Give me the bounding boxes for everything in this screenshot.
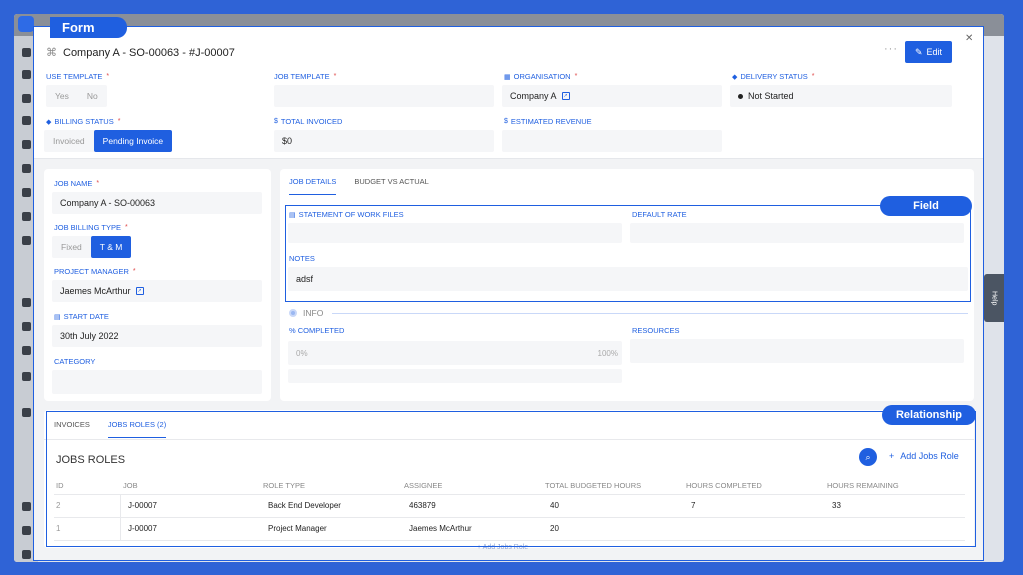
edit-button[interactable]: ✎ Edit: [905, 41, 952, 63]
category-label: CATEGORY: [54, 357, 96, 366]
form-callout: Form: [50, 17, 127, 38]
sidebar-icon[interactable]: [22, 322, 31, 331]
tab-job-details[interactable]: JOB DETAILS: [289, 177, 337, 195]
project-manager-field[interactable]: Jaemes McArthur ↗: [52, 280, 262, 302]
project-manager-label: PROJECT MANAGER *: [54, 267, 136, 276]
close-icon[interactable]: ✕: [965, 33, 973, 44]
estimated-revenue-label: $ ESTIMATED REVENUE: [504, 117, 592, 126]
use-template-yes[interactable]: Yes: [46, 85, 78, 107]
open-link-icon[interactable]: ↗: [135, 287, 144, 295]
percent-completed-extra: [288, 369, 622, 383]
dollar-icon: $: [274, 118, 278, 125]
job-form-modal: ⌘ Company A - SO-00063 - #J-00007 ··· ✎ …: [33, 26, 984, 561]
use-template-label: USE TEMPLATE *: [46, 72, 110, 81]
sidebar-icon[interactable]: [22, 346, 31, 355]
info-divider: [332, 313, 968, 314]
modal-header-section: ⌘ Company A - SO-00063 - #J-00007 ··· ✎ …: [34, 27, 983, 159]
job-summary-card: JOB NAME * Company A - SO-00063 JOB BILLI…: [44, 169, 271, 401]
modal-title-text: Company A - SO-00063 - #J-00007: [63, 46, 235, 59]
billing-type-tm[interactable]: T & M: [90, 236, 132, 258]
more-options-icon[interactable]: ···: [884, 43, 898, 55]
billing-status-pending[interactable]: Pending Invoice: [93, 130, 173, 152]
start-date-label: ▤ START DATE: [54, 312, 109, 321]
use-template-toggle[interactable]: Yes No: [46, 85, 107, 107]
edit-label: Edit: [926, 47, 943, 57]
resources-field[interactable]: [630, 339, 964, 363]
slider-min: 0%: [296, 348, 308, 358]
category-field[interactable]: [52, 370, 262, 394]
billing-status-label: ◆ BILLING STATUS *: [46, 117, 121, 126]
modal-title: ⌘ Company A - SO-00063 - #J-00007: [46, 46, 235, 60]
job-icon: ⌘: [46, 47, 57, 59]
percent-completed-label: % COMPLETED: [289, 326, 345, 335]
total-invoiced-field: $0: [274, 130, 494, 152]
relationship-callout: Relationship: [882, 405, 976, 425]
sidebar-icon[interactable]: [22, 94, 31, 103]
help-tab[interactable]: Help: [984, 274, 1004, 322]
field-highlight-box: [285, 205, 971, 302]
detail-tabs: JOB DETAILS BUDGET VS ACTUAL: [289, 177, 429, 195]
pencil-icon: ✎: [914, 46, 923, 57]
sidebar-icon[interactable]: [22, 70, 31, 79]
open-link-icon[interactable]: ↗: [561, 92, 570, 100]
use-template-no[interactable]: No: [78, 85, 107, 107]
sidebar-icon[interactable]: [22, 298, 31, 307]
billing-status-invoiced[interactable]: Invoiced: [44, 130, 94, 152]
building-icon: ▦: [504, 73, 511, 81]
job-name-field[interactable]: Company A - SO-00063: [52, 192, 262, 214]
calendar-icon: ▤: [54, 313, 61, 321]
delivery-status-label: ◆ DELIVERY STATUS *: [732, 72, 815, 81]
sidebar-icon[interactable]: [22, 372, 31, 381]
relationship-highlight-box: [46, 411, 976, 547]
billing-type-fixed[interactable]: Fixed: [52, 236, 91, 258]
status-dot-icon: [738, 93, 743, 99]
job-billing-type-label: JOB BILLING TYPE *: [54, 223, 128, 232]
start-date-field[interactable]: 30th July 2022: [52, 325, 262, 347]
sidebar-icon[interactable]: [22, 408, 31, 417]
sidebar-icon[interactable]: [22, 212, 31, 221]
shield-icon: ◆: [46, 118, 52, 126]
sidebar-icon[interactable]: [22, 116, 31, 125]
shield-icon: ◆: [732, 73, 738, 81]
job-template-field[interactable]: [274, 85, 494, 107]
delivery-status-field[interactable]: Not Started: [730, 85, 952, 107]
job-template-label: JOB TEMPLATE *: [274, 72, 337, 81]
organisation-label: ▦ ORGANISATION *: [504, 72, 578, 81]
resources-label: RESOURCES: [632, 326, 680, 335]
total-invoiced-label: $ TOTAL INVOICED: [274, 117, 343, 126]
sidebar-icon[interactable]: [22, 526, 31, 535]
logout-icon[interactable]: [22, 550, 31, 559]
sidebar-icon[interactable]: [22, 502, 31, 511]
app-logo: [18, 16, 34, 32]
billing-status-toggle[interactable]: Invoiced Pending Invoice: [44, 130, 173, 152]
sidebar-icon[interactable]: [22, 48, 31, 57]
tab-budget-vs-actual[interactable]: BUDGET VS ACTUAL: [354, 177, 428, 195]
sidebar-icon[interactable]: [22, 188, 31, 197]
dollar-icon: $: [504, 118, 508, 125]
sidebar-icon[interactable]: [22, 164, 31, 173]
organisation-field[interactable]: Company A ↗: [502, 85, 722, 107]
field-callout: Field: [880, 196, 972, 216]
sidebar-icon[interactable]: [22, 140, 31, 149]
percent-completed-slider[interactable]: 0% 100%: [288, 341, 622, 365]
job-name-label: JOB NAME *: [54, 179, 100, 188]
slider-max: 100%: [597, 348, 618, 358]
info-circle-icon: [289, 309, 297, 317]
info-section-header: INFO: [289, 308, 323, 318]
job-billing-type-toggle[interactable]: Fixed T & M: [52, 236, 132, 258]
sidebar-icon[interactable]: [22, 236, 31, 245]
estimated-revenue-field: [502, 130, 722, 152]
